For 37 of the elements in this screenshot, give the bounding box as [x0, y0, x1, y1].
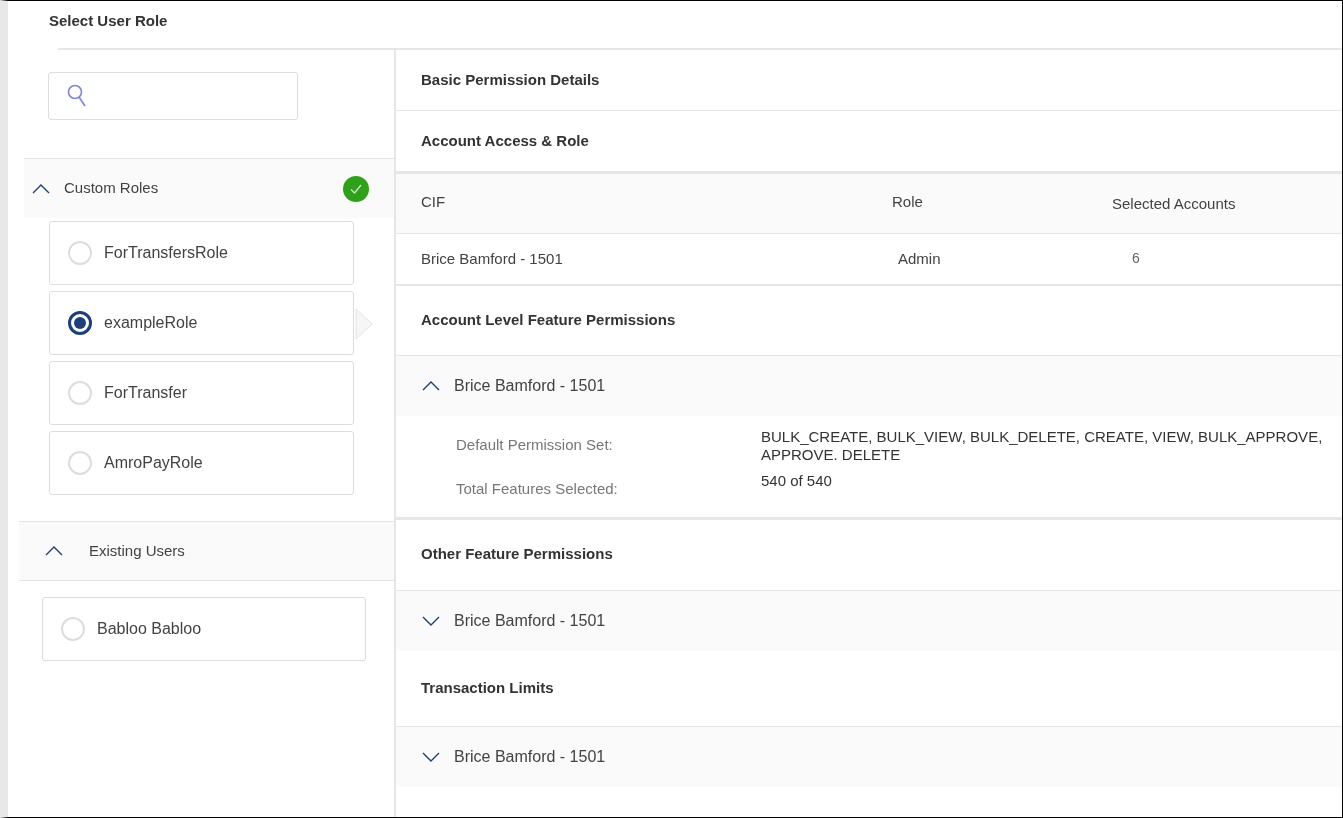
section-title: Other Feature Permissions [421, 544, 613, 565]
check-circle-icon [342, 174, 370, 203]
section-title: Transaction Limits [421, 677, 554, 698]
column-header: CIF [421, 192, 447, 213]
section-title: Basic Permission Details [421, 69, 600, 90]
radio-button[interactable] [68, 311, 92, 335]
role-option[interactable]: ForTransfer [49, 361, 354, 425]
field-label: Default Permission Set: [456, 435, 614, 455]
role-option[interactable]: Babloo Babloo [42, 597, 366, 661]
field-value: BULK_CREATE, BULK_VIEW, BULK_DELETE, CREATE, VIEW, BULK_APPROVE, APPROVE. DELETE [761, 428, 1324, 464]
group-title: Existing Users [89, 540, 185, 561]
panel-title: Brice Bamford - 1501 [454, 746, 606, 767]
table-cell-text: Brice Bamford - 1501 [421, 248, 564, 269]
collapse-chevron-icon[interactable] [45, 546, 63, 556]
collapse-chevron-icon[interactable] [32, 183, 50, 194]
page-title: Select User Role [49, 12, 168, 29]
field-value: 540 of 540 [761, 472, 833, 491]
group-title: Custom Roles [64, 178, 159, 199]
expand-chevron-icon[interactable] [422, 751, 440, 762]
panel-title: Brice Bamford - 1501 [454, 610, 606, 631]
search-icon [67, 84, 87, 108]
group-header[interactable]: Custom Roles [24, 158, 394, 218]
panel-title: Brice Bamford - 1501 [454, 376, 606, 396]
collapse-chevron-icon[interactable] [422, 381, 440, 391]
column-header: Role [892, 192, 924, 213]
search-field[interactable] [48, 72, 298, 120]
pointer-arrow-icon [355, 308, 373, 340]
section-title: Account Level Feature Permissions [421, 310, 676, 331]
table-cell-text: 6 [1131, 248, 1141, 268]
expand-chevron-icon[interactable] [422, 615, 440, 626]
section-title: Account Access & Role [421, 130, 589, 151]
role-option[interactable]: AmroPayRole [49, 431, 354, 495]
role-option[interactable]: ForTransfersRole [49, 221, 354, 285]
table-cell-text: Admin [897, 248, 942, 269]
field-label: Total Features Selected: [456, 479, 619, 499]
column-header: Selected Accounts [1112, 194, 1237, 215]
group-header[interactable]: Existing Users [19, 521, 394, 581]
